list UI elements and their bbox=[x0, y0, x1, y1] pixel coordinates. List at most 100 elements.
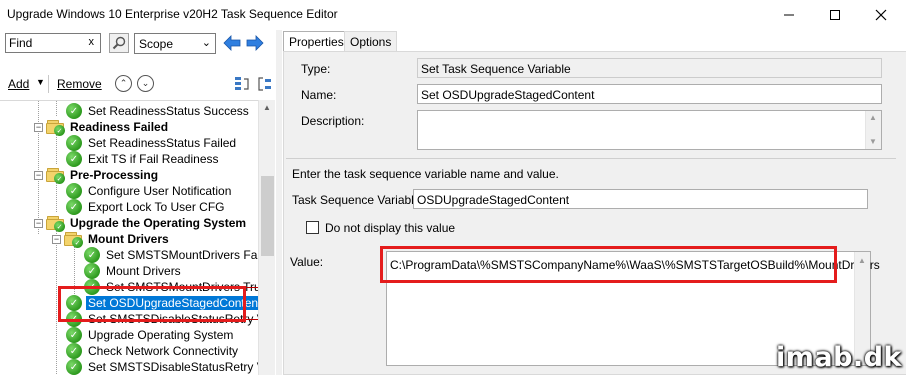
find-clear-button[interactable]: x bbox=[89, 36, 95, 48]
annotation-highlight bbox=[380, 246, 837, 283]
add-button[interactable]: Add bbox=[8, 77, 29, 91]
success-icon: ✓ bbox=[66, 183, 82, 199]
collapse-toggle[interactable]: − bbox=[34, 219, 43, 228]
find-input-value: Find bbox=[9, 36, 33, 50]
name-value: Set OSDUpgradeStagedContent bbox=[421, 88, 595, 102]
success-icon: ✓ bbox=[66, 199, 82, 215]
tree-item-label: Export Lock To User CFG bbox=[88, 200, 225, 214]
search-icon bbox=[112, 36, 126, 50]
scope-value: Scope bbox=[139, 37, 174, 51]
chevron-down-icon: ⌄ bbox=[201, 37, 211, 49]
tree-item[interactable]: ✓ Configure User Notification bbox=[66, 183, 233, 199]
maximize-button[interactable] bbox=[812, 0, 858, 30]
success-icon: ✓ bbox=[66, 343, 82, 359]
description-input[interactable]: ▲ ▼ bbox=[417, 110, 882, 150]
tree-group-label: Upgrade the Operating System bbox=[70, 216, 247, 230]
tree-group[interactable]: ✓ Mount Drivers bbox=[64, 231, 171, 248]
variable-input[interactable]: OSDUpgradeStagedContent bbox=[413, 189, 868, 209]
minimize-icon bbox=[784, 14, 794, 16]
tree-group-label: Pre-Processing bbox=[70, 168, 159, 182]
watermark: imab.dk bbox=[776, 342, 902, 373]
caret-down-icon[interactable]: ▼ bbox=[36, 77, 45, 87]
move-up-icon[interactable]: ⌃ bbox=[115, 75, 132, 92]
scroll-up-icon[interactable]: ▲ bbox=[263, 103, 271, 112]
arrow-right-icon bbox=[246, 35, 264, 51]
folder-icon: ✓ bbox=[46, 168, 65, 184]
scroll-down-icon[interactable]: ▼ bbox=[869, 137, 877, 146]
success-icon: ✓ bbox=[66, 103, 82, 119]
hide-value-label: Do not display this value bbox=[325, 221, 456, 235]
tree-item[interactable]: ✓ Set ReadinessStatus Failed bbox=[66, 135, 238, 151]
variable-label: Task Sequence Variable: bbox=[292, 193, 424, 207]
pane-splitter[interactable] bbox=[276, 30, 282, 375]
tree-item-label: Set ReadinessStatus Success bbox=[88, 104, 249, 118]
collapse-toggle[interactable]: − bbox=[52, 235, 61, 244]
close-button[interactable] bbox=[858, 0, 904, 30]
hide-value-checkbox[interactable] bbox=[306, 221, 319, 234]
tree-guide-line bbox=[56, 101, 57, 116]
toolbar-divider bbox=[48, 75, 49, 93]
close-icon bbox=[875, 9, 887, 21]
type-label: Type: bbox=[301, 62, 331, 76]
tree-item-label: Mount Drivers bbox=[106, 264, 181, 278]
tree-item-label: Configure User Notification bbox=[88, 184, 232, 198]
maximize-icon bbox=[830, 10, 840, 20]
folder-icon: ✓ bbox=[46, 120, 65, 136]
section-divider bbox=[286, 158, 896, 159]
tree-guide-line bbox=[56, 182, 57, 212]
tree-item[interactable]: ✓ Mount Drivers bbox=[84, 263, 183, 279]
tree-group-label: Readiness Failed bbox=[70, 120, 169, 134]
window-title: Upgrade Windows 10 Enterprise v20H2 Task… bbox=[7, 7, 338, 21]
collapse-toggle[interactable]: − bbox=[34, 123, 43, 132]
tree-item[interactable]: ✓ Set ReadinessStatus Success bbox=[66, 103, 251, 119]
tab-properties[interactable]: Properties bbox=[283, 31, 350, 52]
scope-dropdown[interactable]: Scope ⌄ bbox=[134, 33, 216, 54]
group-icon[interactable] bbox=[233, 75, 251, 93]
scroll-up-icon[interactable]: ▲ bbox=[858, 256, 866, 265]
success-icon: ✓ bbox=[66, 327, 82, 343]
tree-item-label: Upgrade Operating System bbox=[88, 328, 234, 342]
tree-group[interactable]: ✓ Readiness Failed bbox=[46, 119, 170, 136]
scrollbar-thumb[interactable] bbox=[261, 176, 274, 256]
tree-item[interactable]: ✓ Upgrade Operating System bbox=[66, 327, 235, 343]
find-next-button[interactable] bbox=[245, 33, 265, 53]
description-label: Description: bbox=[301, 114, 365, 128]
edit-toolbar: Add ▼ Remove ⌃ ⌄ bbox=[0, 72, 276, 96]
value-label: Value: bbox=[290, 255, 324, 269]
name-label: Name: bbox=[301, 88, 337, 102]
ungroup-icon[interactable] bbox=[256, 75, 274, 93]
tree-item-label: Exit TS if Fail Readiness bbox=[88, 152, 219, 166]
scroll-up-icon[interactable]: ▲ bbox=[869, 113, 877, 122]
tree-group[interactable]: ✓ Pre-Processing bbox=[46, 167, 160, 184]
success-icon: ✓ bbox=[66, 151, 82, 167]
folder-icon: ✓ bbox=[64, 232, 83, 248]
tree-item[interactable]: ✓ Check Network Connectivity bbox=[66, 343, 240, 359]
tree-item[interactable]: ✓ Set SMSTSDisableStatusRetry Value bbox=[66, 359, 258, 375]
tree-scrollbar[interactable]: ▲ bbox=[258, 100, 275, 375]
remove-button[interactable]: Remove bbox=[57, 77, 102, 91]
find-input[interactable]: Find x bbox=[5, 33, 101, 53]
folder-icon: ✓ bbox=[46, 216, 65, 232]
collapse-toggle[interactable]: − bbox=[34, 171, 43, 180]
tree-group[interactable]: ✓ Upgrade the Operating System bbox=[46, 215, 248, 232]
find-previous-button[interactable] bbox=[222, 33, 242, 53]
tree-item-label: Set SMSTSMountDrivers False bbox=[106, 248, 258, 262]
tree-item-label: Check Network Connectivity bbox=[88, 344, 239, 358]
tree-item[interactable]: ✓ Set SMSTSMountDrivers False bbox=[84, 247, 258, 263]
tree-guide-line bbox=[56, 230, 57, 375]
type-value: Set Task Sequence Variable bbox=[421, 62, 571, 76]
annotation-highlight bbox=[58, 286, 246, 322]
tree-item[interactable]: ✓ Export Lock To User CFG bbox=[66, 199, 227, 215]
description-scrollbar[interactable]: ▲ ▼ bbox=[865, 111, 881, 149]
title-bar: Upgrade Windows 10 Enterprise v20H2 Task… bbox=[0, 0, 906, 30]
task-sequence-tree[interactable]: ✓ Set ReadinessStatus Success − ✓ Readin… bbox=[0, 100, 258, 375]
move-down-icon[interactable]: ⌄ bbox=[137, 75, 154, 92]
success-icon: ✓ bbox=[84, 247, 100, 263]
minimize-button[interactable] bbox=[766, 0, 812, 30]
tab-options[interactable]: Options bbox=[344, 31, 398, 51]
tree-item[interactable]: ✓ Exit TS if Fail Readiness bbox=[66, 151, 221, 167]
success-icon: ✓ bbox=[66, 135, 82, 151]
tree-group-label: Mount Drivers bbox=[88, 232, 169, 246]
find-button[interactable] bbox=[109, 33, 129, 53]
name-input[interactable]: Set OSDUpgradeStagedContent bbox=[417, 84, 882, 104]
